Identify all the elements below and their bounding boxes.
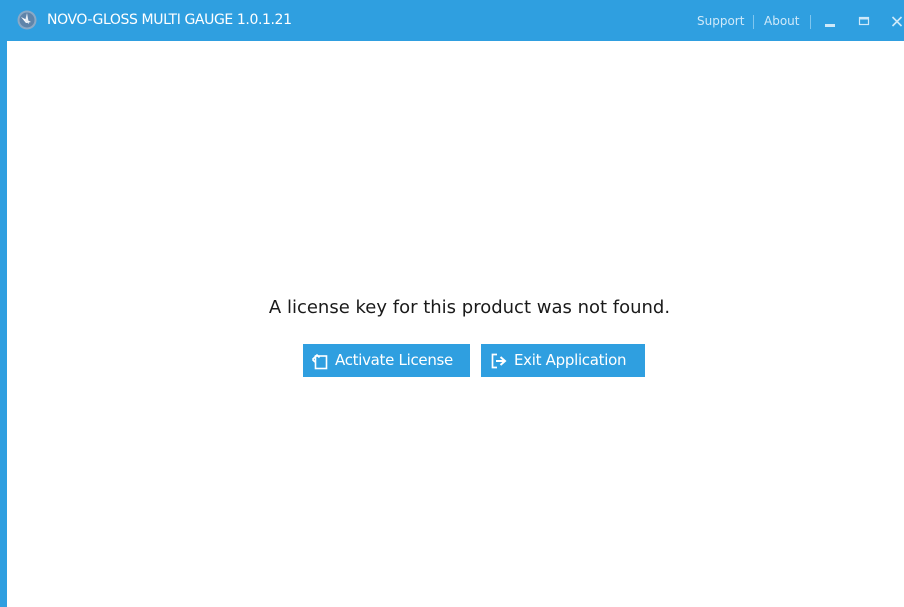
title-separator [753,15,754,29]
app-window: NOVO-GLOSS MULTI GAUGE 1.0.1.21 Support … [0,0,904,607]
activate-license-label: Activate License [335,351,453,369]
title-bar[interactable]: NOVO-GLOSS MULTI GAUGE 1.0.1.21 Support … [7,0,904,41]
main-content: A license key for this product was not f… [14,41,904,607]
exit-application-label: Exit Application [514,351,627,369]
activate-license-button[interactable]: Activate License [303,344,470,377]
license-not-found-message: A license key for this product was not f… [268,297,671,318]
title-separator [810,15,811,29]
maximize-icon[interactable] [856,12,872,30]
about-link[interactable]: About [764,13,799,29]
support-link[interactable]: Support [697,13,744,29]
exit-application-button[interactable]: Exit Application [481,344,645,377]
window-title: NOVO-GLOSS MULTI GAUGE 1.0.1.21 [47,12,292,28]
close-icon[interactable] [889,12,904,30]
app-logo-icon [17,10,37,30]
license-activate-icon [311,353,328,370]
minimize-icon[interactable] [822,12,838,30]
exit-app-icon [491,353,507,369]
